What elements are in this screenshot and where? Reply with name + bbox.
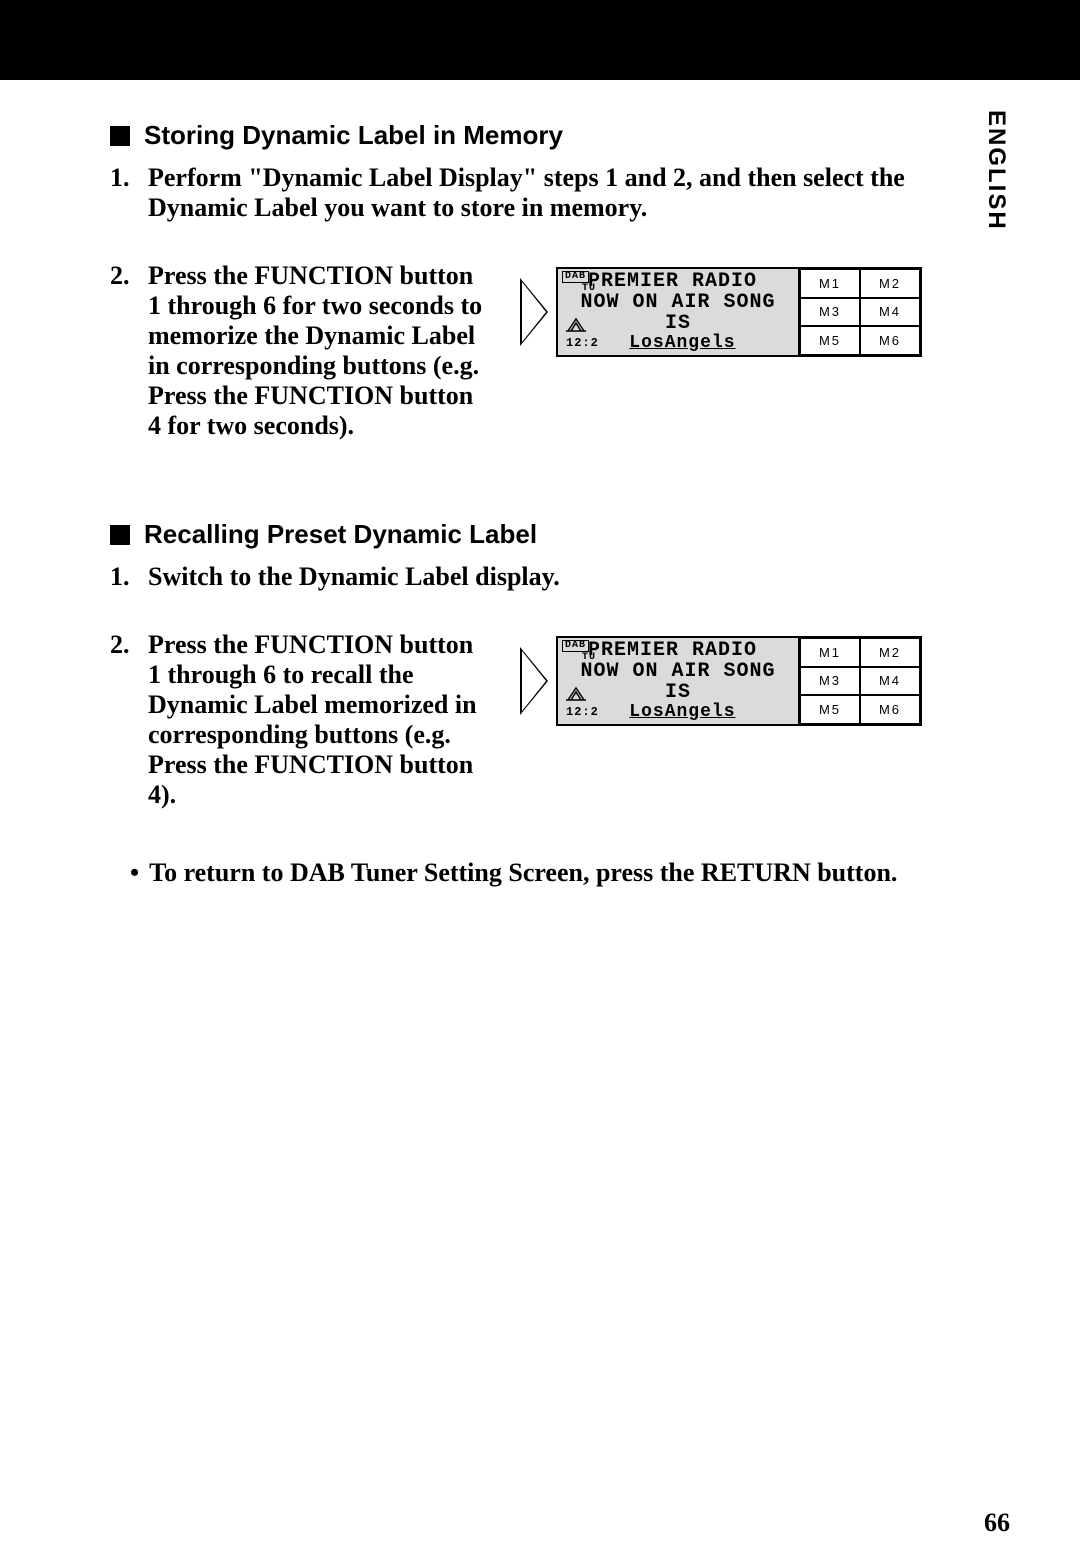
memory-button-m1[interactable]: M1 (800, 269, 860, 298)
section2-step2-row: 2. Press the FUNCTION button 1 through 6… (110, 630, 970, 818)
step-text: Switch to the Dynamic Label display. (148, 562, 970, 592)
memory-button-m2[interactable]: M2 (860, 269, 920, 298)
step-number: 1. (110, 163, 138, 193)
antenna-icon (564, 315, 588, 333)
memory-button-m1[interactable]: M1 (800, 638, 860, 667)
return-note: • To return to DAB Tuner Setting Screen,… (110, 858, 970, 888)
dab-badge: DAB (562, 271, 589, 283)
section2-step2: 2. Press the FUNCTION button 1 through 6… (110, 630, 490, 810)
page-content: ENGLISH Storing Dynamic Label in Memory … (0, 80, 1080, 1568)
step-number: 2. (110, 261, 138, 291)
lcd-frame: DAB TU PREMIER RADIO NOW ON AIR SONG IS … (556, 267, 922, 357)
step-number: 2. (110, 630, 138, 660)
play-triangle-icon (520, 278, 548, 346)
lcd-line3: IS (562, 682, 794, 703)
lcd-line2: NOW ON AIR SONG (562, 661, 794, 682)
lcd-screen: DAB TU PREMIER RADIO NOW ON AIR SONG IS … (558, 269, 798, 355)
lcd-line1: PREMIER RADIO (562, 640, 794, 661)
section2-step1: 1. Switch to the Dynamic Label display. (110, 562, 970, 592)
memory-button-m6[interactable]: M6 (860, 695, 920, 724)
dab-badge-sub: TU (582, 283, 596, 294)
lcd-line4-row: 12:2 LosAngels (562, 703, 794, 724)
section2-heading: Recalling Preset Dynamic Label (110, 519, 970, 550)
section1-step2: 2. Press the FUNCTION button 1 through 6… (110, 261, 490, 441)
language-tab: ENGLISH (982, 110, 1010, 231)
memory-button-m3[interactable]: M3 (800, 298, 860, 327)
lcd-frame: DAB TU PREMIER RADIO NOW ON AIR SONG IS … (556, 636, 922, 726)
step-number: 1. (110, 562, 138, 592)
play-triangle-icon (520, 647, 548, 715)
memory-button-m4[interactable]: M4 (860, 667, 920, 696)
lcd-line4: LosAngels (599, 703, 766, 722)
section1-step2-row: 2. Press the FUNCTION button 1 through 6… (110, 261, 970, 449)
lcd-line4: LosAngels (599, 334, 766, 353)
memory-button-m3[interactable]: M3 (800, 667, 860, 696)
device-display-1: DAB TU PREMIER RADIO NOW ON AIR SONG IS … (520, 267, 970, 357)
lcd-line2: NOW ON AIR SONG (562, 292, 794, 313)
step-text: Press the FUNCTION button 1 through 6 fo… (148, 261, 490, 441)
lcd-clock: 12:2 (566, 706, 599, 719)
memory-button-grid: M1 M2 M3 M4 M5 M6 (798, 269, 920, 355)
bullet-icon: • (130, 858, 139, 888)
page-number: 66 (984, 1508, 1010, 1538)
step-text: Press the FUNCTION button 1 through 6 to… (148, 630, 490, 810)
section1-heading: Storing Dynamic Label in Memory (110, 120, 970, 151)
section2-heading-text: Recalling Preset Dynamic Label (144, 519, 537, 550)
lcd-clock: 12:2 (566, 337, 599, 350)
step-text: Perform "Dynamic Label Display" steps 1 … (148, 163, 970, 223)
header-black-band (0, 0, 1080, 80)
memory-button-grid: M1 M2 M3 M4 M5 M6 (798, 638, 920, 724)
lcd-line1: PREMIER RADIO (562, 271, 794, 292)
memory-button-m5[interactable]: M5 (800, 326, 860, 355)
memory-button-m6[interactable]: M6 (860, 326, 920, 355)
section1-step1: 1. Perform "Dynamic Label Display" steps… (110, 163, 970, 223)
lcd-screen: DAB TU PREMIER RADIO NOW ON AIR SONG IS … (558, 638, 798, 724)
lcd-line3: IS (562, 313, 794, 334)
antenna-icon (564, 684, 588, 702)
memory-button-m4[interactable]: M4 (860, 298, 920, 327)
memory-button-m2[interactable]: M2 (860, 638, 920, 667)
memory-button-m5[interactable]: M5 (800, 695, 860, 724)
lcd-line4-row: 12:2 LosAngels (562, 334, 794, 355)
note-text: To return to DAB Tuner Setting Screen, p… (149, 858, 897, 888)
device-display-2: DAB TU PREMIER RADIO NOW ON AIR SONG IS … (520, 636, 970, 726)
dab-badge: DAB (562, 640, 589, 652)
dab-badge-sub: TU (582, 652, 596, 663)
section1-heading-text: Storing Dynamic Label in Memory (144, 120, 563, 151)
